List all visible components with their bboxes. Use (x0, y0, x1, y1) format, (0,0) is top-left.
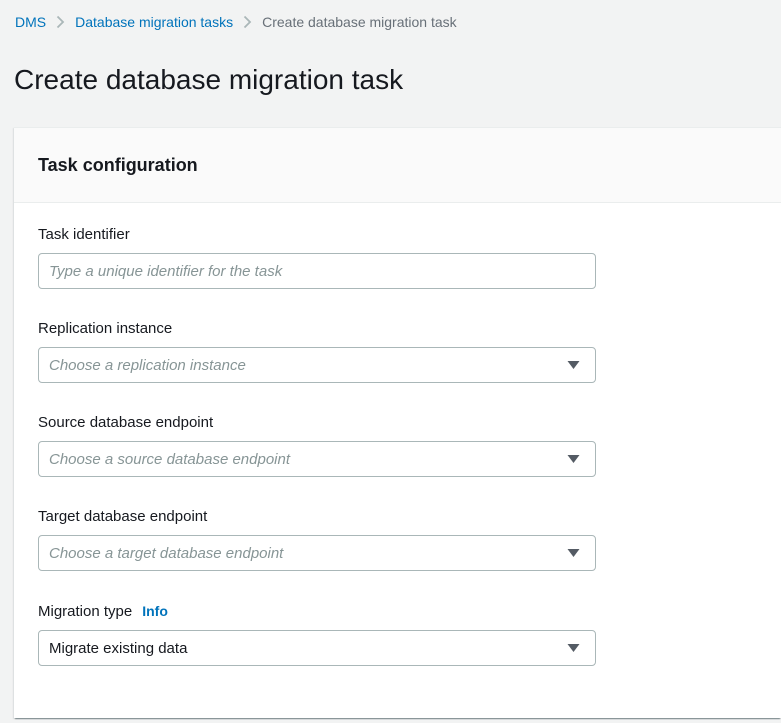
caret-down-icon (567, 549, 580, 558)
migration-type-select[interactable]: Migrate existing data (38, 630, 596, 666)
field-target-database-endpoint: Target database endpoint Choose a target… (38, 507, 757, 571)
field-label-text: Source database endpoint (38, 414, 214, 431)
caret-down-icon (567, 361, 580, 370)
task-identifier-label: Task identifier (38, 225, 757, 245)
chevron-right-icon (56, 15, 65, 29)
field-task-identifier: Task identifier (38, 225, 757, 289)
migration-type-info-link[interactable]: Info (142, 601, 168, 621)
replication-instance-label: Replication instance (38, 319, 757, 339)
panel-header: Task configuration (14, 128, 781, 203)
field-replication-instance: Replication instance Choose a replicatio… (38, 319, 757, 383)
source-endpoint-label: Source database endpoint (38, 413, 757, 433)
breadcrumb-current: Create database migration task (262, 14, 457, 30)
field-migration-type: Migration type Info Migrate existing dat… (38, 601, 757, 666)
source-endpoint-select[interactable]: Choose a source database endpoint (38, 441, 596, 477)
select-value: Migrate existing data (49, 639, 188, 657)
page-title: Create database migration task (14, 64, 404, 95)
field-label-text: Target database endpoint (38, 508, 208, 525)
caret-down-icon (567, 644, 580, 653)
task-identifier-input[interactable] (38, 253, 596, 289)
panel-body: Task identifier Replication instance Cho… (14, 203, 781, 718)
field-label-text: Migration type (38, 603, 133, 620)
chevron-right-icon (243, 15, 252, 29)
select-placeholder: Choose a replication instance (49, 356, 246, 374)
target-endpoint-label: Target database endpoint (38, 507, 757, 527)
field-label-text: Replication instance (38, 320, 173, 337)
replication-instance-select[interactable]: Choose a replication instance (38, 347, 596, 383)
breadcrumb: DMS Database migration tasks Create data… (0, 0, 781, 31)
task-configuration-panel: Task configuration Task identifier Repli… (14, 127, 781, 718)
field-source-database-endpoint: Source database endpoint Choose a source… (38, 413, 757, 477)
panel-title: Task configuration (38, 155, 198, 175)
select-placeholder: Choose a source database endpoint (49, 450, 291, 468)
breadcrumb-link-database-migration-tasks[interactable]: Database migration tasks (75, 13, 233, 31)
breadcrumb-link-dms[interactable]: DMS (15, 13, 46, 31)
caret-down-icon (567, 455, 580, 464)
target-endpoint-select[interactable]: Choose a target database endpoint (38, 535, 596, 571)
select-placeholder: Choose a target database endpoint (49, 544, 284, 562)
migration-type-label: Migration type Info (38, 601, 757, 622)
field-label-text: Task identifier (38, 226, 130, 243)
